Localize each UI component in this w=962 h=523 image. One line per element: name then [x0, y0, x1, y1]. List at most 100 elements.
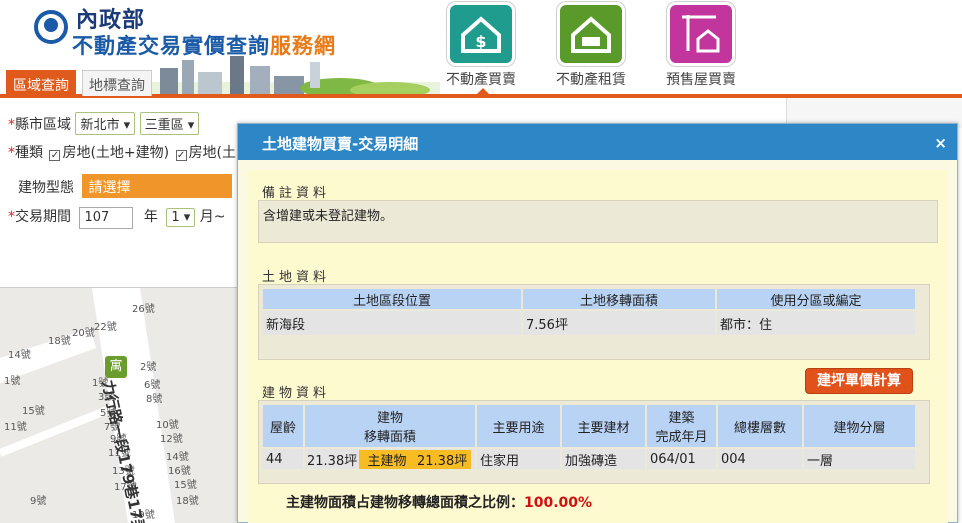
- transfer-area: 21.38坪: [307, 453, 358, 469]
- map-label: 2號: [140, 362, 157, 373]
- district-select[interactable]: 三重區 ▾: [139, 112, 200, 135]
- required-mark: *: [8, 209, 15, 225]
- completed-date-cell: 064/01: [647, 449, 716, 469]
- period-label: 交易期間: [15, 209, 71, 225]
- floor-cell: 一層: [804, 449, 915, 469]
- main-building-ratio: 主建物面積占建物移轉總面積之比例：100.00%: [286, 492, 592, 512]
- required-mark: *: [8, 117, 15, 133]
- map-label: 12號: [160, 434, 183, 445]
- type-option2-label: 房地(土: [188, 145, 237, 161]
- building-age-cell: 44: [263, 449, 303, 469]
- nav-presale-label: 預售屋買賣: [666, 72, 736, 88]
- total-floors-cell: 004: [718, 449, 802, 469]
- map-label: 18號: [48, 336, 71, 347]
- building-header: 建物 移轉面積: [305, 405, 475, 447]
- land-cell: 7.56坪: [523, 311, 715, 335]
- land-box: 土地區段位置 土地移轉面積 使用分區或編定 新海段 7.56坪 都市：住: [258, 284, 930, 360]
- region-row: *縣市區域 新北市 ▾ 三重區 ▾: [8, 112, 200, 135]
- skyline-banner-icon: [150, 56, 440, 96]
- ratio-value: 100.00%: [524, 495, 593, 511]
- type-option2-checkbox[interactable]: ✓: [175, 150, 187, 161]
- map-label: 16號: [168, 466, 191, 477]
- building-area-cell: 21.38坪 主建物 21.38坪: [305, 449, 475, 469]
- month-select[interactable]: 1 ▾: [166, 208, 196, 227]
- notes-text: 含增建或未登記建物。: [263, 209, 394, 224]
- building-header: 主要建材: [562, 405, 645, 447]
- dialog-title: 土地建物買賣-交易明細: [262, 135, 419, 153]
- map-label: 26號: [132, 304, 155, 315]
- table-row: 44 21.38坪 主建物 21.38坪 住家用 加強磚造 064/01 004 一…: [263, 449, 915, 469]
- required-mark: *: [8, 145, 15, 161]
- ministry-logo-icon[interactable]: [34, 10, 68, 44]
- building-header: 主要用途: [477, 405, 560, 447]
- type-option1-checkbox[interactable]: ✓: [49, 150, 61, 161]
- tab-area-query[interactable]: 區域查詢: [6, 70, 76, 96]
- map-label: 14號: [8, 350, 31, 361]
- dialog-title-bar: 土地建物買賣-交易明細 ×: [238, 124, 957, 160]
- region-label: 縣市區域: [15, 117, 71, 133]
- tab-landmark-query[interactable]: 地標查詢: [82, 70, 152, 96]
- map-label: 6號: [144, 380, 161, 391]
- building-header: 屋齡: [263, 405, 303, 447]
- map-area[interactable]: 26號 22號 20號 18號 14號 寓 2號 1號 6號 3號 8號 15號…: [0, 288, 238, 523]
- unit-price-calc-button[interactable]: 建坪單價計算: [805, 368, 913, 394]
- building-header: 建物分層: [804, 405, 915, 447]
- nav-presale[interactable]: 預售屋買賣: [661, 5, 741, 89]
- search-panel: *縣市區域 新北市 ▾ 三重區 ▾ *種類 ✓ 房地(土地+建物) ✓ 房地(土 建…: [0, 98, 238, 288]
- building-section-title: 建物資料: [262, 386, 331, 401]
- map-label: 18號: [176, 496, 199, 507]
- map-label: 15號: [22, 406, 45, 417]
- building-header: 建築 完成年月: [647, 405, 716, 447]
- map-label: 15號: [174, 480, 197, 491]
- building-type-select[interactable]: 請選擇: [82, 174, 233, 198]
- dialog-body: 備註資料 含增建或未登記建物。 土地資料 土地區段位置 土地移轉面積 使用分區或…: [248, 170, 948, 523]
- main-building-label: 主建物: [359, 449, 415, 469]
- type-label: 種類: [15, 145, 43, 161]
- type-option1-label: 房地(土地+建物): [62, 145, 170, 161]
- district-select-value: 三重區: [144, 118, 184, 133]
- land-header: 使用分區或編定: [717, 289, 915, 309]
- map-label: 9號: [30, 496, 47, 507]
- nav-rent-label: 不動產租賃: [556, 72, 626, 88]
- city-select[interactable]: 新北市 ▾: [75, 112, 136, 135]
- house-rent-icon: [560, 5, 622, 63]
- nav-sale[interactable]: $ 不動產買賣: [441, 5, 521, 89]
- land-table: 土地區段位置 土地移轉面積 使用分區或編定 新海段 7.56坪 都市：住: [261, 287, 917, 337]
- map-label: 8號: [146, 394, 163, 405]
- building-type-row: 建物型態 請選擇: [8, 174, 233, 198]
- main-material-cell: 加強磚造: [562, 449, 645, 469]
- map-label: 20號: [72, 328, 95, 339]
- notes-box: 含增建或未登記建物。: [258, 200, 938, 243]
- period-row: *交易期間 107 年 1 ▾ 月~: [8, 206, 226, 229]
- year-input[interactable]: 107: [79, 207, 134, 229]
- main-use-cell: 住家用: [477, 449, 560, 469]
- close-icon[interactable]: ×: [934, 134, 947, 152]
- map-label: 14號: [166, 452, 189, 463]
- table-row: 新海段 7.56坪 都市：住: [263, 311, 915, 335]
- land-cell: 新海段: [263, 311, 521, 335]
- building-type-label: 建物型態: [18, 180, 74, 196]
- ratio-label: 主建物面積占建物移轉總面積之比例：: [286, 495, 524, 511]
- building-table: 屋齡 建物 移轉面積 主要用途 主要建材 建築 完成年月 總樓層數 建物分層 4…: [261, 403, 917, 471]
- presale-crane-icon: [670, 5, 732, 63]
- main-building-area: 21.38坪: [415, 449, 471, 469]
- land-header: 土地移轉面積: [523, 289, 715, 309]
- month-select-value: 1: [171, 210, 180, 225]
- notes-section-title: 備註資料: [262, 186, 331, 201]
- nav-rent[interactable]: 不動產租賃: [551, 5, 631, 89]
- city-select-value: 新北市: [80, 118, 120, 133]
- month-unit: 月~: [199, 209, 226, 225]
- map-label: 11號: [4, 422, 27, 433]
- map-label: 22號: [94, 322, 117, 333]
- land-section-title: 土地資料: [262, 270, 331, 285]
- svg-text:$: $: [475, 32, 486, 51]
- land-cell: 都市：住: [717, 311, 915, 335]
- map-label: 1號: [4, 376, 21, 387]
- house-dollar-icon: $: [450, 5, 512, 63]
- transaction-detail-dialog: 土地建物買賣-交易明細 × 備註資料 含增建或未登記建物。 土地資料 土地區段位…: [237, 123, 958, 523]
- nav-sale-label: 不動產買賣: [446, 72, 516, 88]
- type-row: *種類 ✓ 房地(土地+建物) ✓ 房地(土: [8, 142, 236, 162]
- building-header: 總樓層數: [718, 405, 802, 447]
- building-box: 屋齡 建物 移轉面積 主要用途 主要建材 建築 完成年月 總樓層數 建物分層 4…: [258, 400, 930, 484]
- year-unit: 年: [143, 209, 158, 225]
